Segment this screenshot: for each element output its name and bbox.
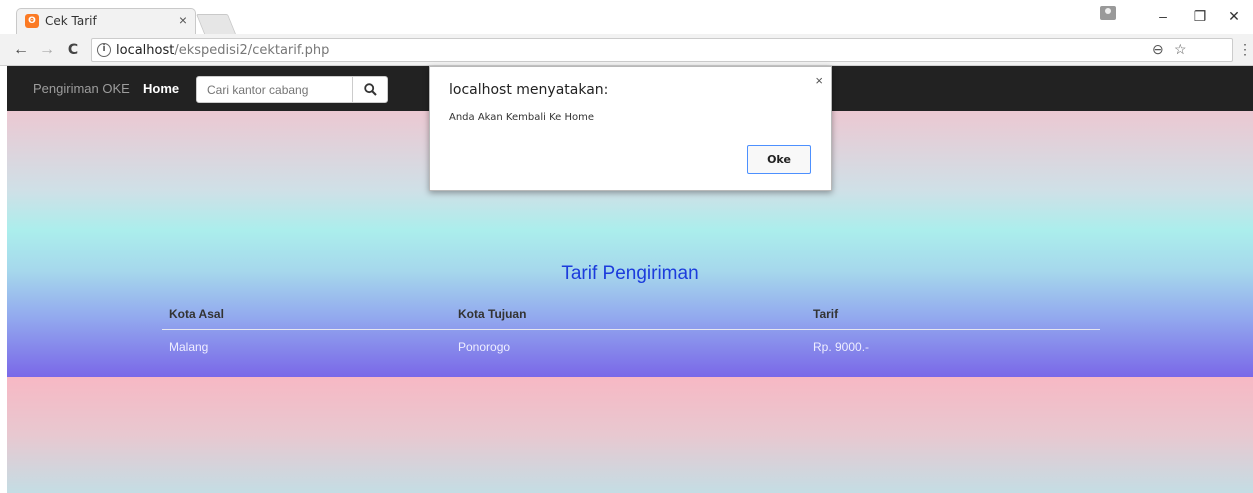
table-row: Malang Ponorogo Rp. 9000.- <box>162 330 1100 363</box>
header-kota-tujuan: Kota Tujuan <box>458 307 527 321</box>
cell-kota-asal: Malang <box>169 340 209 354</box>
address-bar[interactable]: i localhost/ekspedisi2/cektarif.php ⊖ ☆ <box>91 38 1233 62</box>
reload-icon[interactable]: C <box>64 40 82 60</box>
new-tab-button[interactable] <box>195 14 237 34</box>
dialog-close-icon[interactable]: × <box>815 73 823 88</box>
tab-strip: ʘ Cek Tarif × – ❐ ✕ <box>0 0 1253 34</box>
table-header-row: Kota Asal Kota Tujuan Tarif <box>162 297 1100 330</box>
bookmark-star-icon[interactable]: ☆ <box>1174 41 1187 58</box>
tab-close-icon[interactable]: × <box>179 12 187 28</box>
dialog-message: Anda Akan Kembali Ke Home <box>449 112 595 123</box>
forward-icon[interactable]: → <box>38 40 56 60</box>
favicon-icon: ʘ <box>25 14 39 28</box>
navbar-brand[interactable]: Pengiriman OKE <box>33 81 130 96</box>
search-button[interactable] <box>352 76 388 103</box>
search-input[interactable] <box>196 76 353 103</box>
profile-icon[interactable] <box>1100 6 1116 20</box>
tarif-table: Kota Asal Kota Tujuan Tarif Malang Ponor… <box>162 297 1100 363</box>
restore-icon[interactable]: ❐ <box>1190 8 1210 25</box>
back-icon[interactable]: ← <box>12 40 30 60</box>
browser-tab[interactable]: ʘ Cek Tarif × <box>16 8 196 34</box>
dialog-title: localhost menyatakan: <box>449 82 609 98</box>
ok-button[interactable]: Oke <box>747 145 811 174</box>
page-title: Tarif Pengiriman <box>561 263 699 284</box>
header-kota-asal: Kota Asal <box>169 307 224 321</box>
zoom-icon[interactable]: ⊖ <box>1152 41 1164 58</box>
alert-dialog: localhost menyatakan: × Anda Akan Kembal… <box>429 66 832 191</box>
close-window-icon[interactable]: ✕ <box>1224 8 1244 25</box>
info-icon[interactable]: i <box>97 43 111 57</box>
tab-title: Cek Tarif <box>45 14 97 28</box>
cell-tarif: Rp. 9000.- <box>813 340 870 354</box>
nav-home-link[interactable]: Home <box>143 81 179 96</box>
header-tarif: Tarif <box>813 307 839 321</box>
cell-kota-tujuan: Ponorogo <box>458 340 511 354</box>
minimize-icon[interactable]: – <box>1153 8 1173 24</box>
browser-toolbar: ← → C i localhost/ekspedisi2/cektarif.ph… <box>0 34 1253 66</box>
lower-background <box>7 377 1253 493</box>
browser-chrome: ʘ Cek Tarif × – ❐ ✕ ← → C i localhost/ek… <box>0 0 1253 66</box>
menu-icon[interactable]: ⋮ <box>1238 41 1252 58</box>
search-icon <box>364 83 377 96</box>
url-text: localhost/ekspedisi2/cektarif.php <box>116 43 330 58</box>
